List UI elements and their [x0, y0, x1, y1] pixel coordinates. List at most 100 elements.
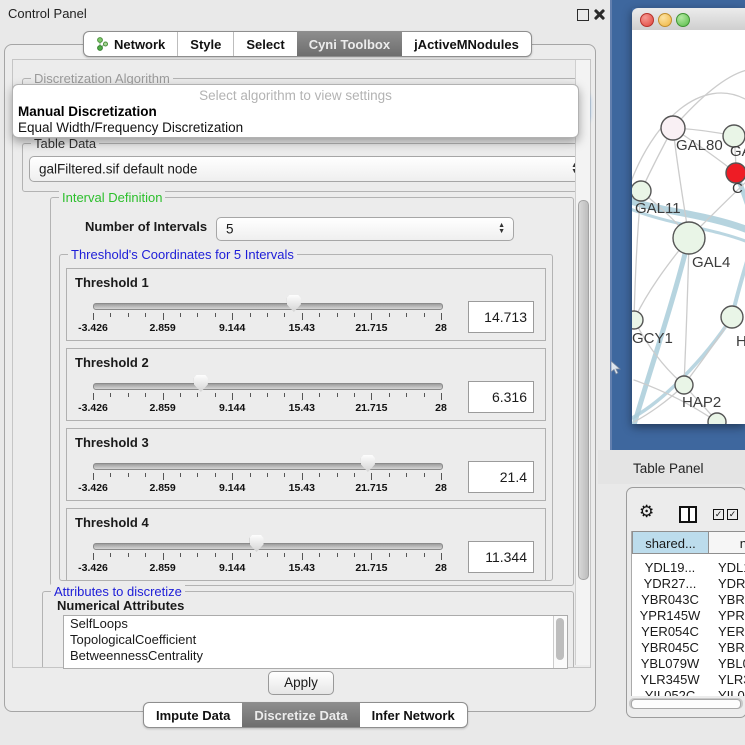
number-of-intervals-combo[interactable]: 5 ▲▼ — [216, 217, 514, 241]
slider-track[interactable] — [93, 543, 443, 550]
float-window-icon[interactable] — [577, 9, 589, 21]
tick-label: 15.43 — [272, 562, 332, 574]
table-hscrollbar[interactable] — [629, 698, 743, 709]
cell-name[interactable]: YPR1 — [708, 608, 745, 624]
network-node-gal11[interactable] — [632, 181, 651, 201]
panel-title: Control Panel — [8, 6, 87, 21]
slider-track[interactable] — [93, 463, 443, 470]
slider-track[interactable] — [93, 303, 443, 310]
table-data-combo[interactable]: galFiltered.sif default node ▲▼ — [29, 156, 587, 182]
scrollbar-thumb[interactable] — [556, 618, 564, 660]
cell-shared-name[interactable]: YDL19... — [632, 560, 708, 576]
cell-shared-name[interactable]: YIL052C — [632, 688, 708, 696]
threshold-value-field[interactable]: 11.344 — [468, 541, 534, 573]
cell-name[interactable]: YLR3 — [708, 672, 745, 688]
table-row[interactable]: YPR145WYPR1 — [632, 608, 745, 624]
combo-value: galFiltered.sif default node — [39, 162, 197, 177]
threshold-label: Threshold 4 — [75, 515, 149, 530]
numerical-attributes-list[interactable]: SelfLoopsTopologicalCoefficientBetweenne… — [63, 615, 568, 669]
number-of-intervals-label: Number of Intervals — [85, 219, 207, 234]
attribute-item-topologicalcoefficient[interactable]: TopologicalCoefficient — [64, 632, 567, 648]
table-row[interactable]: YBR043CYBR0 — [632, 592, 745, 608]
network-canvas[interactable]: GAL80GACGAL11GAL4GCY1HHAP2 — [632, 30, 745, 424]
minimize-traffic-light-icon[interactable] — [658, 13, 672, 27]
network-node-hap2[interactable] — [675, 376, 693, 394]
slider-ticks — [93, 473, 441, 481]
tab-network[interactable]: Network — [84, 32, 177, 56]
list-scrollbar[interactable] — [553, 616, 567, 668]
cell-name[interactable]: YER0 — [708, 624, 745, 640]
dropdown-item-equal-width-frequency[interactable]: Equal Width/Frequency Discretization — [18, 120, 243, 135]
table-row[interactable]: YBR045CYBR0 — [632, 640, 745, 656]
tab-select[interactable]: Select — [233, 32, 296, 56]
cell-shared-name[interactable]: YBR043C — [632, 592, 708, 608]
tick-label: 28 — [411, 402, 471, 414]
tick-label: -3.426 — [63, 322, 123, 334]
cell-name[interactable]: YBR0 — [708, 592, 745, 608]
table-row[interactable]: YIL052CYIL0 — [632, 688, 745, 696]
gear-icon[interactable]: ⚙ — [639, 502, 654, 522]
mouse-cursor — [611, 361, 621, 375]
tick-label: 2.859 — [133, 322, 193, 334]
tick-label: 9.144 — [202, 562, 262, 574]
combo-value: 5 — [226, 222, 234, 237]
dropdown-item-manual-discretization[interactable]: Manual Discretization — [18, 104, 157, 119]
network-node-gal4[interactable] — [673, 222, 705, 254]
cell-name[interactable]: YBL0 — [708, 656, 745, 672]
network-node-h[interactable] — [721, 306, 743, 328]
tick-label: 21.715 — [341, 322, 401, 334]
tab-style[interactable]: Style — [177, 32, 233, 56]
close-traffic-light-icon[interactable] — [640, 13, 654, 27]
node-table[interactable]: shared... na YDL19...YDL1YDR27...YDR2YBR… — [631, 531, 745, 696]
network-window-titlebar[interactable] — [632, 8, 745, 31]
cell-name[interactable]: YDL1 — [708, 560, 745, 576]
tick-label: 9.144 — [202, 482, 262, 494]
cell-shared-name[interactable]: YLR345W — [632, 672, 708, 688]
cell-name[interactable]: YBR0 — [708, 640, 745, 656]
cell-shared-name[interactable]: YPR145W — [632, 608, 708, 624]
apply-button[interactable]: Apply — [268, 671, 334, 695]
zoom-traffic-light-icon[interactable] — [676, 13, 690, 27]
tick-label: -3.426 — [63, 402, 123, 414]
scrollbar-thumb[interactable] — [578, 200, 589, 580]
column-header-name[interactable]: na — [708, 531, 745, 554]
threshold-value-field[interactable]: 6.316 — [468, 381, 534, 413]
network-node[interactable] — [708, 413, 726, 424]
table-row[interactable]: YLR345WYLR3 — [632, 672, 745, 688]
tab-discretize-data[interactable]: Discretize Data — [242, 703, 359, 727]
cell-shared-name[interactable]: YER054C — [632, 624, 708, 640]
table-row[interactable]: YER054CYER0 — [632, 624, 745, 640]
slider-track[interactable] — [93, 383, 443, 390]
tab-label: Infer Network — [372, 708, 455, 723]
table-row[interactable]: YDL19...YDL1 — [632, 560, 745, 576]
threshold-value-field[interactable]: 14.713 — [468, 301, 534, 333]
threshold-value-field[interactable]: 21.4 — [468, 461, 534, 493]
attribute-item-betweennesscentrality[interactable]: BetweennessCentrality — [64, 648, 567, 664]
checkbox-icon[interactable]: ✓ — [727, 509, 738, 520]
cell-shared-name[interactable]: YBL079W — [632, 656, 708, 672]
tick-label: 21.715 — [341, 482, 401, 494]
dropdown-placeholder: Select algorithm to view settings — [13, 88, 578, 103]
table-row[interactable]: YDR27...YDR2 — [632, 576, 745, 592]
tab-impute-data[interactable]: Impute Data — [144, 703, 242, 727]
tab-jactivemnodules[interactable]: jActiveMNodules — [402, 32, 531, 56]
node-label: GCY1 — [632, 330, 673, 347]
column-header-shared-name[interactable]: shared... — [632, 531, 709, 554]
tick-label: 9.144 — [202, 322, 262, 334]
tab-infer-network[interactable]: Infer Network — [360, 703, 467, 727]
close-icon[interactable] — [593, 8, 606, 21]
cell-shared-name[interactable]: YDR27... — [632, 576, 708, 592]
cell-name[interactable]: YIL0 — [708, 688, 745, 696]
split-columns-icon[interactable] — [679, 506, 697, 523]
scrollbar-thumb[interactable] — [631, 699, 741, 709]
network-node-gcy1[interactable] — [632, 311, 643, 329]
tab-cyni-toolbox[interactable]: Cyni Toolbox — [297, 32, 402, 56]
main-scrollbar[interactable] — [575, 60, 590, 665]
table-row[interactable]: YBL079WYBL0 — [632, 656, 745, 672]
cell-name[interactable]: YDR2 — [708, 576, 745, 592]
tab-label: Style — [190, 37, 221, 52]
checkbox-icon[interactable]: ✓ — [713, 509, 724, 520]
attribute-item-selfloops[interactable]: SelfLoops — [64, 616, 567, 632]
threshold-label: Threshold 1 — [75, 275, 149, 290]
cell-shared-name[interactable]: YBR045C — [632, 640, 708, 656]
